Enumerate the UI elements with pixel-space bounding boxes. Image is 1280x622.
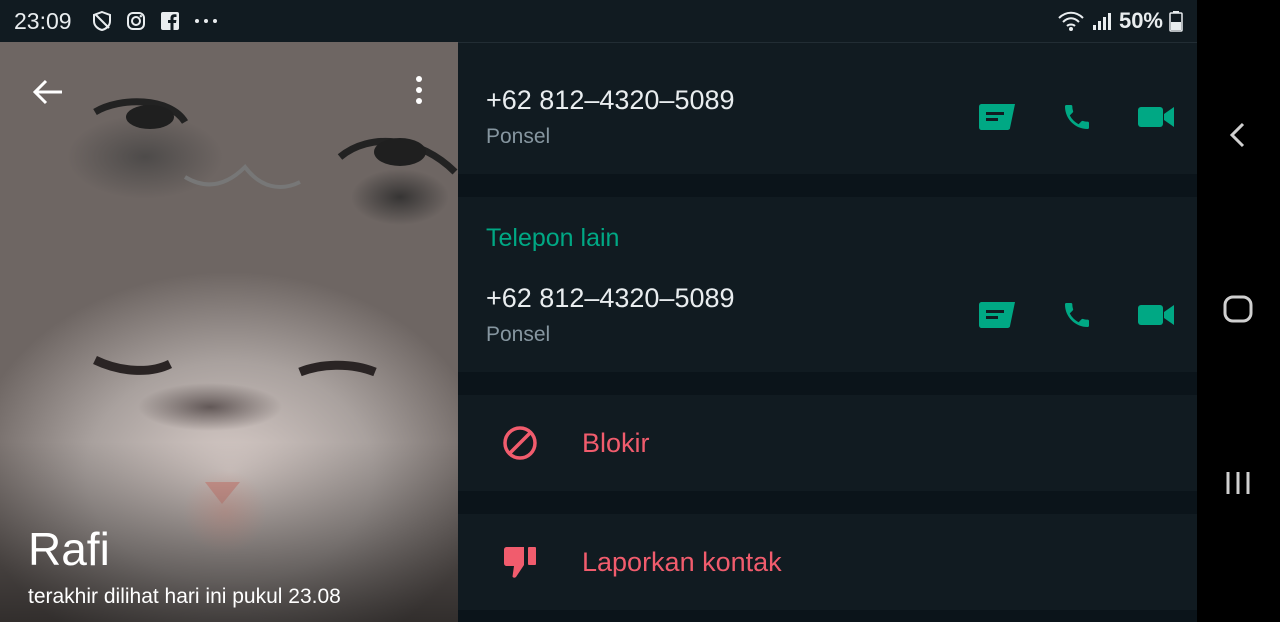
report-icon-wrap bbox=[458, 544, 582, 580]
last-seen-text: terakhir dilihat hari ini pukul 23.08 bbox=[28, 585, 341, 608]
message-icon[interactable] bbox=[977, 300, 1017, 330]
nav-recents-icon[interactable] bbox=[1224, 470, 1252, 496]
system-nav-bar bbox=[1197, 0, 1280, 622]
block-icon bbox=[503, 426, 537, 460]
message-icon[interactable] bbox=[977, 102, 1017, 132]
battery-percent: 50% bbox=[1118, 8, 1163, 33]
video-call-icon[interactable] bbox=[1137, 104, 1175, 130]
status-bar: 23:09 50% bbox=[0, 0, 1197, 42]
block-button[interactable]: Blokir bbox=[582, 428, 650, 459]
facebook-icon bbox=[161, 12, 179, 30]
phone-type: Ponsel bbox=[486, 125, 551, 148]
phone-type: Ponsel bbox=[486, 323, 551, 346]
other-phones-card[interactable]: Telepon lain +62 812–4320–5089 Ponsel bbox=[458, 197, 1197, 372]
report-row[interactable]: Laporkan kontak bbox=[458, 514, 1197, 610]
wifi-icon bbox=[1058, 11, 1084, 31]
signal-icon bbox=[1092, 13, 1111, 30]
more-vertical-icon[interactable] bbox=[412, 75, 426, 105]
voice-call-icon[interactable] bbox=[1061, 101, 1093, 133]
block-row[interactable]: Blokir bbox=[458, 395, 1197, 491]
shield-icon bbox=[93, 11, 111, 31]
nav-home-icon[interactable] bbox=[1223, 295, 1253, 323]
thumbs-down-icon bbox=[504, 547, 536, 578]
primary-phone-card[interactable]: +62 812–4320–5089 Ponsel bbox=[458, 42, 1197, 174]
contact-info-panel: +62 812–4320–5089 Ponsel Telepon lain +6… bbox=[458, 42, 1197, 622]
video-call-icon[interactable] bbox=[1137, 302, 1175, 328]
status-right: 50% bbox=[1057, 8, 1183, 34]
block-row-content[interactable]: Blokir bbox=[458, 395, 1197, 491]
nav-back-icon[interactable] bbox=[1226, 121, 1250, 149]
phone-actions bbox=[977, 299, 1175, 331]
report-row-content[interactable]: Laporkan kontak bbox=[458, 514, 1197, 610]
battery-icon bbox=[1169, 11, 1183, 32]
instagram-icon bbox=[127, 12, 145, 30]
report-contact-button[interactable]: Laporkan kontak bbox=[582, 547, 782, 578]
contact-name: Rafi bbox=[28, 523, 110, 575]
more-horizontal-icon bbox=[195, 19, 217, 23]
status-left-icons bbox=[92, 11, 218, 31]
phone-number[interactable]: +62 812–4320–5089 bbox=[486, 85, 735, 116]
status-time: 23:09 bbox=[14, 8, 72, 34]
profile-photo[interactable]: Rafi terakhir dilihat hari ini pukul 23.… bbox=[0, 42, 458, 622]
block-icon-wrap bbox=[458, 425, 582, 461]
phone-actions bbox=[977, 101, 1175, 133]
section-label-other-phones: Telepon lain bbox=[486, 224, 620, 252]
back-arrow-icon[interactable] bbox=[30, 74, 66, 110]
voice-call-icon[interactable] bbox=[1061, 299, 1093, 331]
phone-number[interactable]: +62 812–4320–5089 bbox=[486, 283, 735, 314]
